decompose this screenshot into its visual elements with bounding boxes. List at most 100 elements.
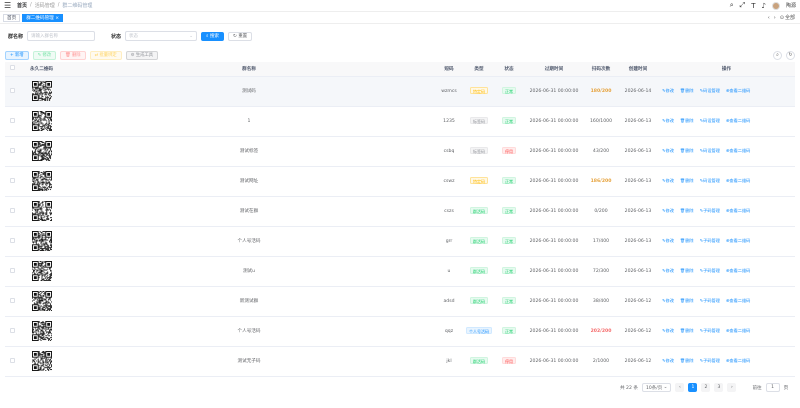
toggle-search-icon[interactable]: ⌕ (773, 50, 782, 60)
table-row[interactable]: 个人号活码 qqz 个人号活码 正常 2026-06-31 00:00:00 2… (5, 316, 795, 347)
edit-link[interactable]: ✎修改 (662, 358, 677, 363)
fullscreen-icon[interactable]: ⤢ (740, 1, 746, 10)
status-select[interactable]: 状态 ⌄ (125, 31, 198, 41)
edit-link[interactable]: ✎修改 (662, 208, 677, 213)
view-qr-link[interactable]: ⊕查看二维码 (726, 118, 753, 123)
reset-button[interactable]: ↻ 重置 (227, 31, 253, 41)
breadcrumb-home[interactable]: 首页 (17, 2, 27, 9)
edit-link[interactable]: ✎修改 (662, 178, 677, 183)
delete-link[interactable]: 🗑删除 (680, 358, 697, 363)
manage-link[interactable]: ✎码设管理 (700, 178, 723, 183)
qr-code-image[interactable] (31, 81, 52, 101)
prev-page-button[interactable]: ‹ (675, 383, 685, 392)
delete-link[interactable]: 🗑删除 (680, 88, 697, 93)
table-row[interactable]: 1 1235 标签码 正常 2026-06-31 00:00:00 160/10… (5, 106, 795, 137)
row-checkbox[interactable] (9, 207, 15, 213)
edit-link[interactable]: ✎修改 (662, 268, 677, 273)
page-1[interactable]: 1 (688, 383, 698, 392)
chevron-left-icon[interactable]: ‹ (767, 14, 771, 22)
table-row[interactable]: 测试无子码 jkl 群活码 停用 2026-06-31 00:00:00 2/1… (5, 346, 795, 377)
font-size-icon[interactable]: T (751, 2, 755, 10)
edit-link[interactable]: ✎修改 (662, 148, 677, 153)
table-row[interactable]: 测试码 wzmcs 特定码 正常 2026-06-31 00:00:00 180… (5, 76, 795, 107)
table-row[interactable]: 个人号活码 grr 群活码 正常 2026-06-31 00:00:00 17/… (5, 226, 795, 257)
delete-button[interactable]: 🗑 删除 (60, 50, 86, 60)
hamburger-icon[interactable]: ☰ (4, 1, 14, 10)
username[interactable]: 陶源 (786, 2, 796, 9)
view-qr-link[interactable]: ⊕查看二维码 (726, 208, 753, 213)
delete-link[interactable]: 🗑删除 (680, 208, 697, 213)
page-2[interactable]: 2 (701, 383, 711, 392)
table-row[interactable]: 测试在群 cszs 群活码 正常 2026-06-31 00:00:00 0/2… (5, 196, 795, 227)
edit-link[interactable]: ✎修改 (662, 328, 677, 333)
delete-link[interactable]: 🗑删除 (680, 178, 697, 183)
bell-icon[interactable]: ♪ (762, 2, 766, 10)
page-3[interactable]: 3 (714, 383, 724, 392)
qr-code-image[interactable] (31, 111, 52, 131)
search-button[interactable]: ⌕ 搜索 (201, 31, 224, 41)
tag-home[interactable]: 首页 (3, 13, 21, 22)
delete-link[interactable]: 🗑删除 (680, 148, 697, 153)
close-all-button[interactable]: ⊙全部 (779, 14, 797, 22)
select-all-checkbox[interactable] (9, 65, 15, 71)
tag-group-qr[interactable]: 群二维码管理 × (22, 13, 64, 22)
refresh-icon[interactable]: ↻ (786, 50, 795, 60)
row-checkbox[interactable] (9, 87, 15, 93)
close-icon[interactable]: × (55, 16, 59, 21)
table-row[interactable]: 测试网址 cswz 特定码 正常 2026-06-31 00:00:00 186… (5, 166, 795, 197)
next-page-button[interactable]: › (727, 383, 737, 392)
view-qr-link[interactable]: ⊕查看二维码 (726, 178, 753, 183)
batch-bind-button[interactable]: ⇄ 批量绑定 (89, 50, 122, 60)
search-icon[interactable]: ⌕ (730, 1, 734, 10)
edit-link[interactable]: ✎修改 (662, 298, 677, 303)
row-checkbox[interactable] (9, 117, 15, 123)
qr-code-image[interactable] (31, 291, 52, 311)
row-checkbox[interactable] (9, 327, 15, 333)
qr-code-image[interactable] (31, 171, 52, 191)
view-qr-link[interactable]: ⊕查看二维码 (726, 328, 753, 333)
manage-link[interactable]: ✎子码管理 (700, 238, 723, 243)
edit-link[interactable]: ✎修改 (662, 118, 677, 123)
qr-code-image[interactable] (31, 261, 52, 281)
manage-link[interactable]: ✎子码管理 (700, 328, 723, 333)
manage-link[interactable]: ✎子码管理 (700, 358, 723, 363)
delete-link[interactable]: 🗑删除 (680, 238, 697, 243)
view-qr-link[interactable]: ⊕查看二维码 (726, 358, 753, 363)
manage-link[interactable]: ✎子码管理 (700, 208, 723, 213)
table-row[interactable]: 测试u u 群活码 正常 2026-06-31 00:00:00 72/300 … (5, 256, 795, 287)
row-checkbox[interactable] (9, 237, 15, 243)
qr-code-image[interactable] (31, 231, 52, 251)
view-qr-link[interactable]: ⊕查看二维码 (726, 238, 753, 243)
qr-code-image[interactable] (31, 351, 52, 371)
delete-link[interactable]: 🗑删除 (680, 298, 697, 303)
gen-tool-button[interactable]: ⚙ 生成工具 (125, 50, 159, 60)
delete-link[interactable]: 🗑删除 (680, 328, 697, 333)
row-checkbox[interactable] (9, 297, 15, 303)
add-button[interactable]: + 新增 (5, 50, 29, 60)
edit-button[interactable]: ✎ 修改 (32, 50, 57, 60)
avatar[interactable] (771, 1, 780, 10)
qr-code-image[interactable] (31, 141, 52, 161)
table-row[interactable]: 测试标签 csbq 标签码 停用 2026-06-31 00:00:00 43/… (5, 136, 795, 167)
row-checkbox[interactable] (9, 357, 15, 363)
name-input[interactable]: 请输入群名称 (27, 31, 96, 41)
row-checkbox[interactable] (9, 267, 15, 273)
table-row[interactable]: 新测试群 adsd 群活码 正常 2026-06-31 00:00:00 38/… (5, 286, 795, 317)
view-qr-link[interactable]: ⊕查看二维码 (726, 298, 753, 303)
view-qr-link[interactable]: ⊕查看二维码 (726, 148, 753, 153)
page-size-select[interactable]: 10条/页 ⌄ (641, 383, 672, 392)
manage-link[interactable]: ✎码设管理 (700, 88, 723, 93)
view-qr-link[interactable]: ⊕查看二维码 (726, 268, 753, 273)
edit-link[interactable]: ✎修改 (662, 88, 677, 93)
manage-link[interactable]: ✎子码管理 (700, 298, 723, 303)
manage-link[interactable]: ✎码设管理 (700, 148, 723, 153)
view-qr-link[interactable]: ⊕查看二维码 (726, 88, 753, 93)
qr-code-image[interactable] (31, 321, 52, 341)
row-checkbox[interactable] (9, 147, 15, 153)
chevron-right-icon[interactable]: › (773, 14, 777, 22)
goto-input[interactable]: 1 (765, 383, 780, 392)
qr-code-image[interactable] (31, 201, 52, 221)
delete-link[interactable]: 🗑删除 (680, 268, 697, 273)
row-checkbox[interactable] (9, 177, 15, 183)
delete-link[interactable]: 🗑删除 (680, 118, 697, 123)
